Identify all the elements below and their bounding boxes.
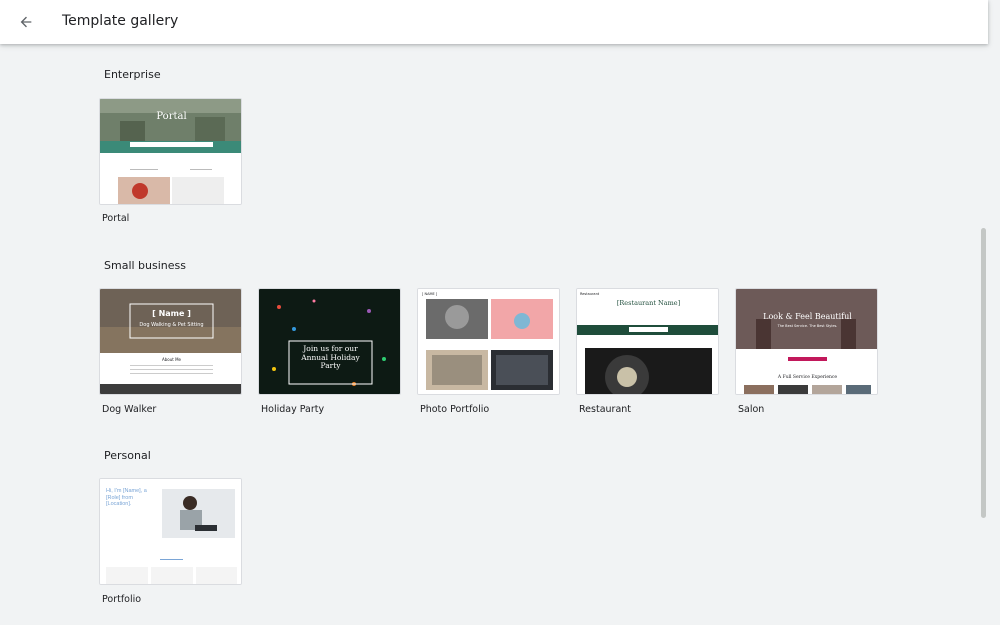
dog-walker-thumbnail: [ Name ] Dog Walking & Pet Sitting About…: [100, 289, 241, 394]
template-label-salon: Salon: [738, 404, 765, 415]
salon-thumbnail-subheading: The Best Service. The Best Styles.: [777, 324, 838, 328]
page-title: Template gallery: [62, 13, 179, 29]
restaurant-thumbnail: Restaurant [Restaurant Name]: [577, 289, 718, 394]
template-card-portfolio[interactable]: Hi, I'm [Name], a [Role] from [Location]…: [99, 478, 242, 585]
section-title-small-business: Small business: [104, 259, 186, 272]
photo-portfolio-thumbnail: [ NAME ]: [418, 289, 559, 394]
template-card-dog-walker[interactable]: [ Name ] Dog Walking & Pet Sitting About…: [99, 288, 242, 395]
template-card-restaurant[interactable]: Restaurant [Restaurant Name]: [576, 288, 719, 395]
dog-walker-thumbnail-subheading: Dog Walking & Pet Sitting: [139, 322, 203, 328]
restaurant-thumbnail-heading: [Restaurant Name]: [617, 299, 680, 307]
template-label-restaurant: Restaurant: [579, 404, 632, 415]
template-card-holiday-party[interactable]: Join us for our Annual Holiday Party: [258, 288, 401, 395]
scrollbar[interactable]: [981, 228, 986, 518]
template-label-portfolio: Portfolio: [102, 594, 142, 605]
portfolio-thumbnail-intro: Hi, I'm [Name], a [Role] from [Location]…: [106, 488, 147, 507]
portfolio-thumbnail: Hi, I'm [Name], a [Role] from [Location]…: [100, 479, 241, 584]
dog-walker-thumbnail-heading: [ Name ]: [152, 309, 191, 318]
template-label-portal: Portal: [102, 213, 130, 224]
holiday-party-thumbnail: Join us for our Annual Holiday Party: [259, 289, 400, 394]
section-title-personal: Personal: [104, 449, 151, 462]
template-card-salon[interactable]: Look & Feel Beautiful The Best Service. …: [735, 288, 878, 395]
portal-thumbnail-heading: Portal: [156, 111, 186, 122]
top-bar: Template gallery: [0, 0, 988, 44]
dog-walker-thumbnail-about: About Me: [162, 357, 182, 362]
salon-thumbnail-heading: Look & Feel Beautiful: [763, 312, 852, 321]
portal-thumbnail: Portal: [100, 99, 241, 204]
restaurant-thumbnail-brand: Restaurant: [580, 292, 600, 296]
template-label-dog-walker: Dog Walker: [102, 404, 157, 415]
template-label-holiday-party: Holiday Party: [261, 404, 325, 415]
holiday-party-thumbnail-heading: Join us for our Annual Holiday Party: [301, 345, 360, 370]
template-label-photo-portfolio: Photo Portfolio: [420, 404, 490, 415]
salon-thumbnail-section: A Full Service Experience: [777, 374, 838, 380]
section-title-enterprise: Enterprise: [104, 68, 161, 81]
photo-portfolio-thumbnail-brand: [ NAME ]: [422, 292, 438, 296]
salon-thumbnail: Look & Feel Beautiful The Best Service. …: [736, 289, 877, 394]
arrow-back-icon: [20, 16, 32, 28]
back-button[interactable]: [12, 8, 40, 36]
template-card-portal[interactable]: Portal: [99, 98, 242, 205]
template-card-photo-portfolio[interactable]: [ NAME ]: [417, 288, 560, 395]
